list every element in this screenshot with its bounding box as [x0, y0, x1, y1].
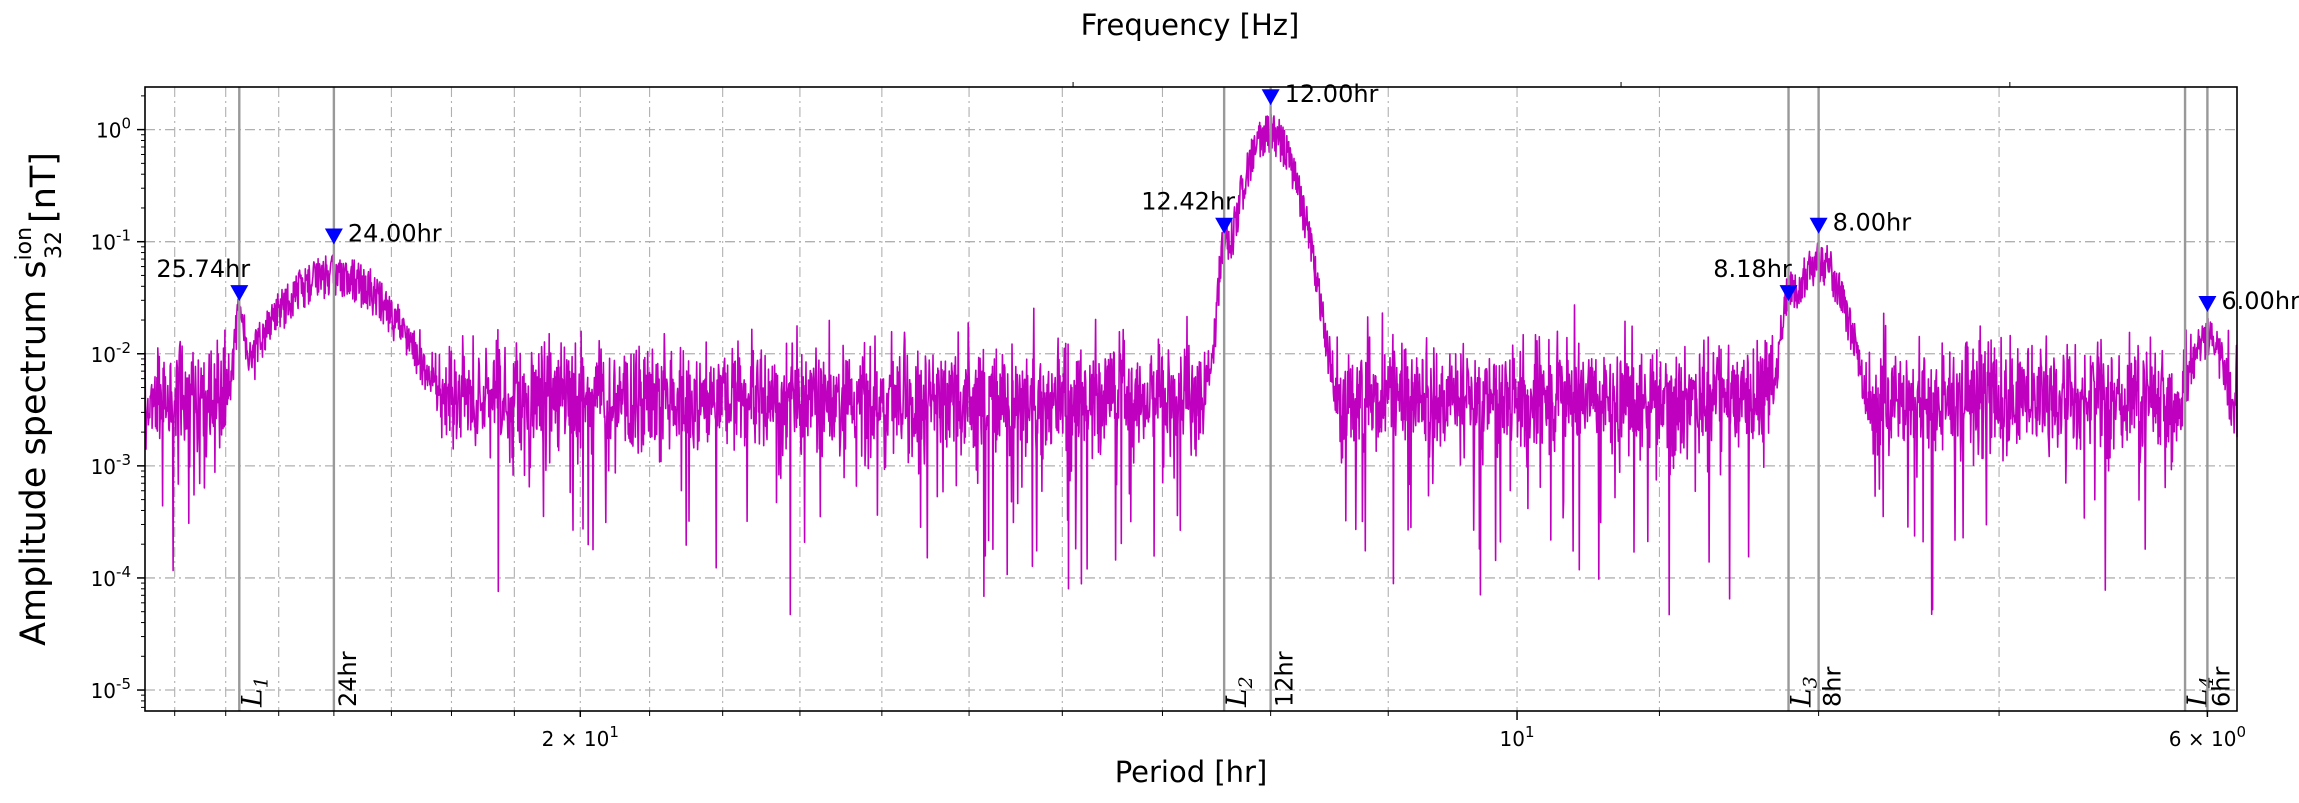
- y-axis-label-sup: ion: [12, 227, 37, 261]
- reference-line-label: 8hr: [1819, 667, 1847, 707]
- peak-label: 12.42hr: [1141, 188, 1235, 216]
- peak-marker: [230, 285, 249, 302]
- y-axis-label-sub: 32: [42, 231, 67, 259]
- y-tick-label: 10-4: [91, 563, 131, 591]
- peak-label: 6.00hr: [2221, 287, 2299, 315]
- reference-line-label: 12hr: [1271, 651, 1299, 707]
- y-tick-label: 10-3: [91, 451, 131, 479]
- peak-label: 8.00hr: [1833, 209, 1912, 237]
- x-tick-label: 6 × 100: [2169, 723, 2246, 751]
- peak-marker: [2198, 296, 2217, 313]
- peak-marker: [1261, 89, 1280, 106]
- reference-line-label: L3: [1785, 676, 1822, 708]
- y-tick-label: 100: [96, 115, 131, 143]
- x-tick-label: 101: [1500, 723, 1535, 751]
- reference-line-label: 6hr: [2207, 667, 2235, 707]
- peak-label: 25.74hr: [156, 255, 250, 283]
- top-x-axis-label: Frequency [Hz]: [1081, 8, 1300, 42]
- peak-label: 8.18hr: [1713, 255, 1792, 283]
- peak-marker: [1809, 217, 1828, 234]
- y-tick-label: 10-1: [91, 227, 131, 255]
- peak-markers: 25.74hr 24.00hr 12.42hr 12.00hr 8.18hr 8.00hr…: [156, 80, 2299, 315]
- peak-label: 12.00hr: [1285, 80, 1379, 108]
- amplitude-spectrum-chart: L124hrL212hrL38hrL46hr 25.74hr24.00hr12.…: [12, 8, 2299, 789]
- y-axis-label: Amplitude spectrum sion 32[nT]: [12, 152, 67, 646]
- peak-label: 24.00hr: [348, 220, 442, 248]
- x-axis-label: Period [hr]: [1115, 755, 1268, 789]
- y-tick-label: 10-2: [91, 339, 131, 367]
- reference-line-label: L1: [235, 676, 272, 708]
- y-tick-label: 10-5: [91, 675, 131, 703]
- peak-marker: [1215, 217, 1234, 234]
- reference-line-label: 24hr: [334, 651, 362, 707]
- x-tick-label: 2 × 101: [542, 723, 619, 751]
- reference-line-label: L2: [1220, 676, 1257, 708]
